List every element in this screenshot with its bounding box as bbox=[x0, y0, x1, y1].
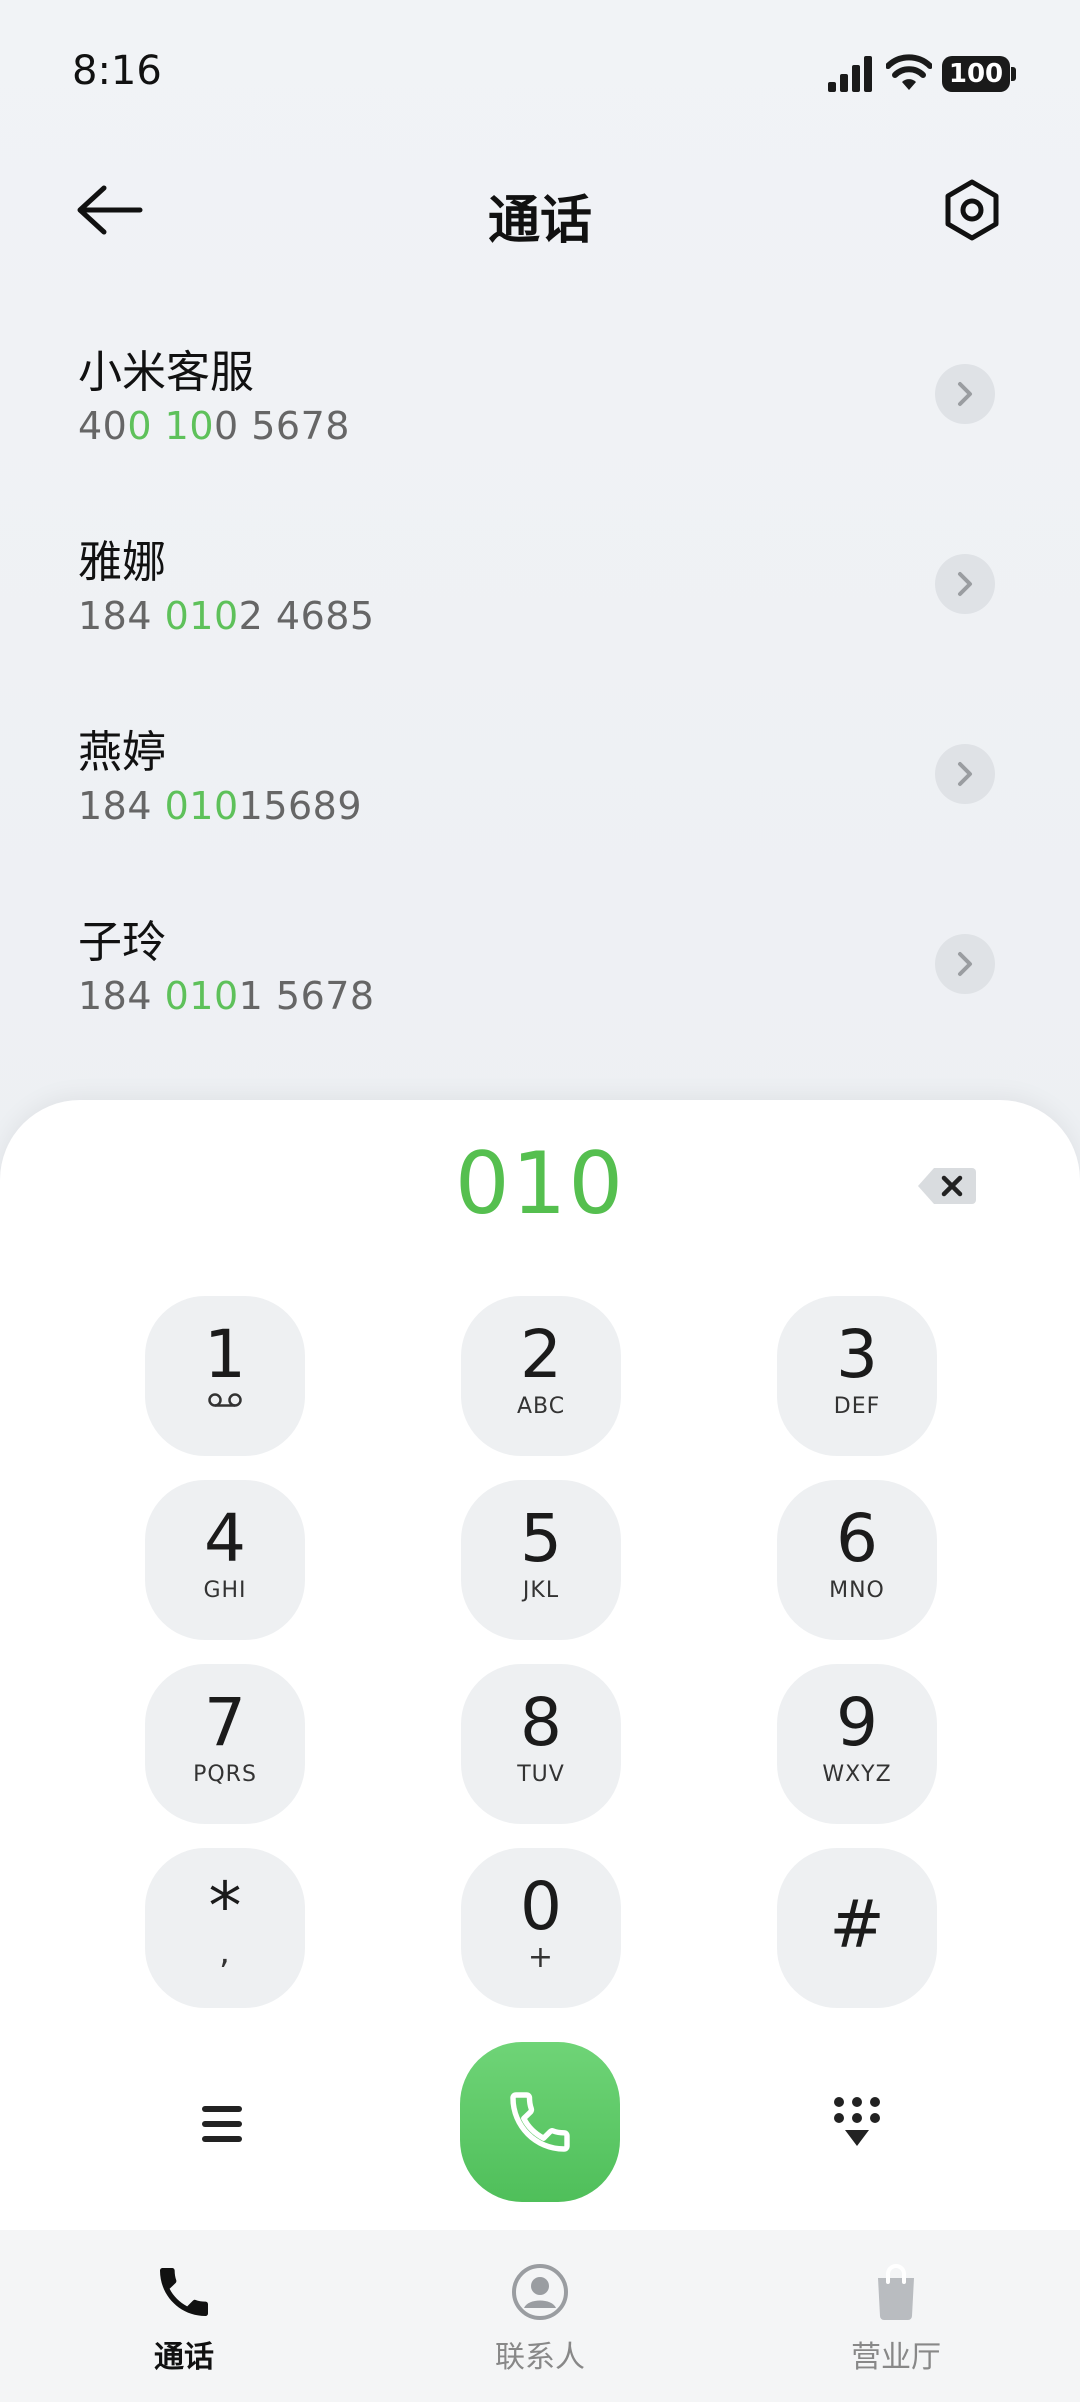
contact-row[interactable]: 小米客服 400 100 5678 bbox=[0, 300, 1080, 490]
nav-tab-contacts[interactable]: 联系人 bbox=[440, 2260, 640, 2376]
chevron-right-icon bbox=[958, 762, 972, 786]
chevron-right-icon bbox=[958, 952, 972, 976]
contact-detail-button[interactable] bbox=[935, 364, 995, 424]
dialpad-key-6[interactable]: 6 MNO bbox=[777, 1480, 937, 1640]
phone-icon bbox=[160, 2268, 208, 2316]
nav-label: 联系人 bbox=[495, 2340, 585, 2375]
nav-label: 通话 bbox=[154, 2340, 214, 2375]
dialpad-key-8[interactable]: 8 TUV bbox=[461, 1664, 621, 1824]
contact-suggestion-list: 小米客服 400 100 5678 雅娜 184 0102 4685 燕婷 18… bbox=[0, 300, 1080, 1060]
contact-name: 雅娜 bbox=[78, 537, 166, 588]
wifi-icon bbox=[886, 54, 932, 90]
dialpad-key-7[interactable]: 7 PQRS bbox=[145, 1664, 305, 1824]
dialpad-key-9[interactable]: 9 WXYZ bbox=[777, 1664, 937, 1824]
dialpad-key-3[interactable]: 3 DEF bbox=[777, 1296, 937, 1456]
nav-tab-service-hall[interactable]: 营业厅 bbox=[796, 2260, 996, 2376]
contact-number: 184 0101 5678 bbox=[78, 974, 375, 1018]
status-time: 8:16 bbox=[72, 48, 162, 94]
signal-icon bbox=[828, 56, 872, 92]
settings-icon[interactable] bbox=[940, 178, 1004, 242]
contact-name: 子玲 bbox=[78, 917, 166, 968]
contact-row[interactable]: 子玲 184 0101 5678 bbox=[0, 870, 1080, 1060]
nav-tab-calls[interactable]: 通话 bbox=[84, 2260, 284, 2376]
battery-indicator: 100 bbox=[942, 56, 1016, 92]
status-bar: 8:16 100 bbox=[0, 0, 1080, 150]
dialpad-key-5[interactable]: 5 JKL bbox=[461, 1480, 621, 1640]
shopping-bag-icon bbox=[878, 2264, 914, 2320]
dialpad-key-1[interactable]: 1 bbox=[145, 1296, 305, 1456]
contact-name: 燕婷 bbox=[78, 727, 166, 778]
contacts-icon bbox=[512, 2264, 568, 2320]
nav-label: 营业厅 bbox=[851, 2340, 941, 2375]
contact-detail-button[interactable] bbox=[935, 554, 995, 614]
menu-icon[interactable] bbox=[196, 2102, 252, 2148]
backspace-icon[interactable] bbox=[916, 1164, 978, 1208]
call-button[interactable] bbox=[460, 2042, 620, 2202]
dialpad-key-2[interactable]: 2 ABC bbox=[461, 1296, 621, 1456]
dialpad-key-hash[interactable]: # bbox=[777, 1848, 937, 2008]
contact-detail-button[interactable] bbox=[935, 934, 995, 994]
contact-row[interactable]: 燕婷 184 01015689 bbox=[0, 680, 1080, 870]
dialpad-panel: 010 1 2 ABC 3 DEF 4 GHI 5 JKL 6 MNO 7 PQ… bbox=[0, 1100, 1080, 2230]
bottom-navigation: 通话 联系人 营业厅 bbox=[0, 2230, 1080, 2402]
dialpad-key-4[interactable]: 4 GHI bbox=[145, 1480, 305, 1640]
contact-name: 小米客服 bbox=[78, 347, 254, 398]
page-title: 通话 bbox=[487, 191, 592, 251]
chevron-right-icon bbox=[958, 382, 972, 406]
contact-detail-button[interactable] bbox=[935, 744, 995, 804]
chevron-right-icon bbox=[958, 572, 972, 596]
dialpad-key-0[interactable]: 0 + bbox=[461, 1848, 621, 2008]
phone-icon bbox=[510, 2092, 570, 2152]
header: 通话 bbox=[0, 150, 1080, 270]
contact-number: 184 01015689 bbox=[78, 784, 363, 828]
dialpad-collapse-icon[interactable] bbox=[830, 2094, 884, 2154]
contact-number: 400 100 5678 bbox=[78, 404, 350, 448]
dialpad-key-star[interactable]: * , bbox=[145, 1848, 305, 2008]
contact-row[interactable]: 雅娜 184 0102 4685 bbox=[0, 490, 1080, 680]
voicemail-icon bbox=[208, 1393, 242, 1407]
contact-number: 184 0102 4685 bbox=[78, 594, 375, 638]
